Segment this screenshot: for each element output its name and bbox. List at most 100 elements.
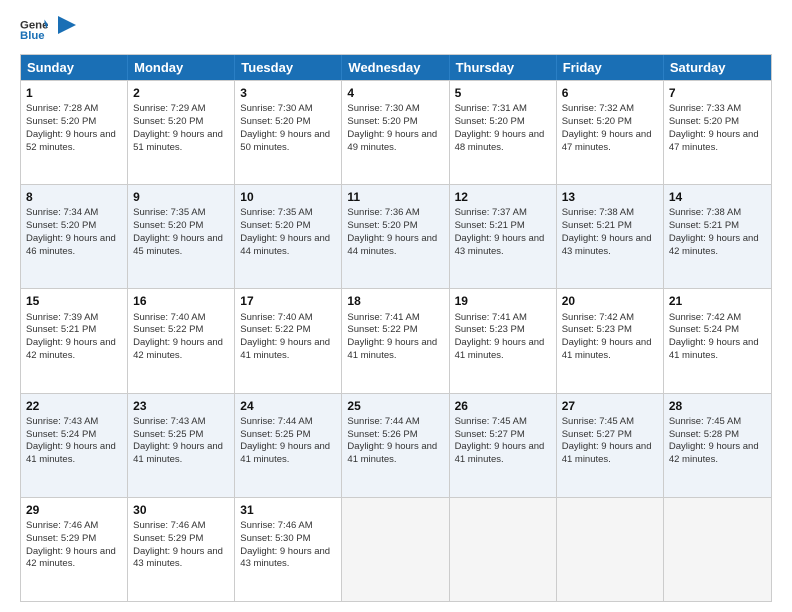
day-number: 12 [455,189,551,205]
sunset-text: Sunset: 5:25 PM [240,429,310,440]
daylight-text: Daylight: 9 hours and 41 minutes. [347,337,437,361]
day-number: 4 [347,85,443,101]
daylight-text: Daylight: 9 hours and 41 minutes. [455,337,545,361]
daylight-text: Daylight: 9 hours and 43 minutes. [562,233,652,257]
sunrise-text: Sunrise: 7:30 AM [347,103,419,114]
day-number: 1 [26,85,122,101]
sunrise-text: Sunrise: 7:45 AM [562,416,634,427]
day-cell-14: 14Sunrise: 7:38 AMSunset: 5:21 PMDayligh… [664,185,771,288]
sunrise-text: Sunrise: 7:39 AM [26,312,98,323]
sunrise-text: Sunrise: 7:35 AM [240,207,312,218]
day-number: 2 [133,85,229,101]
weekday-header-friday: Friday [557,55,664,80]
daylight-text: Daylight: 9 hours and 48 minutes. [455,129,545,153]
sunset-text: Sunset: 5:20 PM [669,116,739,127]
day-cell-22: 22Sunrise: 7:43 AMSunset: 5:24 PMDayligh… [21,394,128,497]
daylight-text: Daylight: 9 hours and 41 minutes. [562,441,652,465]
sunset-text: Sunset: 5:22 PM [347,324,417,335]
day-cell-10: 10 Sunrise: 7:35 AM Sunset: 5:20 PM Dayligh… [235,185,342,288]
sunset-text: Sunset: 5:21 PM [562,220,632,231]
sunrise-text: Sunrise: 7:44 AM [347,416,419,427]
day-number: 23 [133,398,229,414]
day-cell-6: 6Sunrise: 7:32 AMSunset: 5:20 PMDaylight… [557,81,664,184]
sunrise-text: Sunrise: 7:32 AM [562,103,634,114]
day-number: 8 [26,189,122,205]
sunset-text: Sunset: 5:21 PM [669,220,739,231]
sunset-text: Sunset: 5:21 PM [455,220,525,231]
day-number: 7 [669,85,766,101]
sunset-text: Sunset: 5:20 PM [347,116,417,127]
sunrise-text: Sunrise: 7:38 AM [562,207,634,218]
day-cell-31: 31Sunrise: 7:46 AMSunset: 5:30 PMDayligh… [235,498,342,601]
empty-cell [342,498,449,601]
day-cell-16: 16Sunrise: 7:40 AMSunset: 5:22 PMDayligh… [128,289,235,392]
sunset-text: Sunset: 5:20 PM [455,116,525,127]
empty-cell [450,498,557,601]
daylight-text: Daylight: 9 hours and 46 minutes. [26,233,116,257]
day-number: 6 [562,85,658,101]
header: General Blue [20,16,772,44]
sunrise-text: Sunrise: 7:34 AM [26,207,98,218]
sunrise-text: Sunrise: 7:42 AM [562,312,634,323]
daylight-text: Daylight: 9 hours and 41 minutes. [347,441,437,465]
sunrise-text: Sunrise: 7:35 AM [133,207,205,218]
day-cell-8: 8 Sunrise: 7:34 AM Sunset: 5:20 PM Daylight… [21,185,128,288]
daylight-text: Daylight: 9 hours and 44 minutes. [347,233,437,257]
sunrise-text: Sunrise: 7:38 AM [669,207,741,218]
sunset-text: Sunset: 5:20 PM [240,220,310,231]
calendar-row-0: 1 Sunrise: 7:28 AM Sunset: 5:20 PM Daylight… [21,80,771,184]
day-cell-29: 29Sunrise: 7:46 AMSunset: 5:29 PMDayligh… [21,498,128,601]
daylight-text: Daylight: 9 hours and 42 minutes. [26,546,116,570]
weekday-header-monday: Monday [128,55,235,80]
day-cell-25: 25Sunrise: 7:44 AMSunset: 5:26 PMDayligh… [342,394,449,497]
daylight-text: Daylight: 9 hours and 41 minutes. [133,441,223,465]
day-cell-4: 4 Sunrise: 7:30 AM Sunset: 5:20 PM Daylight… [342,81,449,184]
daylight-text: Daylight: 9 hours and 42 minutes. [133,337,223,361]
daylight-text: Daylight: 9 hours and 47 minutes. [669,129,759,153]
day-number: 24 [240,398,336,414]
daylight-text: Daylight: 9 hours and 41 minutes. [240,441,330,465]
day-cell-2: 2Sunrise: 7:29 AMSunset: 5:20 PMDaylight… [128,81,235,184]
sunset-text: Sunset: 5:22 PM [240,324,310,335]
empty-cell [557,498,664,601]
weekday-header-saturday: Saturday [664,55,771,80]
sunrise-text: Sunrise: 7:46 AM [26,520,98,531]
sunrise-text: Sunrise: 7:28 AM [26,103,98,114]
sunset-text: Sunset: 5:21 PM [26,324,96,335]
daylight-text: Daylight: 9 hours and 50 minutes. [240,129,330,153]
svg-text:Blue: Blue [20,30,45,42]
day-number: 14 [669,189,766,205]
day-number: 5 [455,85,551,101]
calendar-body: 1 Sunrise: 7:28 AM Sunset: 5:20 PM Daylight… [21,80,771,601]
day-cell-15: 15Sunrise: 7:39 AMSunset: 5:21 PMDayligh… [21,289,128,392]
day-cell-17: 17Sunrise: 7:40 AMSunset: 5:22 PMDayligh… [235,289,342,392]
daylight-text: Daylight: 9 hours and 41 minutes. [240,337,330,361]
sunset-text: Sunset: 5:20 PM [240,116,310,127]
sunrise-text: Sunrise: 7:45 AM [669,416,741,427]
weekday-header-sunday: Sunday [21,55,128,80]
logo-arrow-icon [58,16,76,34]
sunrise-text: Sunrise: 7:36 AM [347,207,419,218]
day-number: 9 [133,189,229,205]
logo-icon: General Blue [20,16,48,44]
day-number: 10 [240,189,336,205]
day-number: 3 [240,85,336,101]
sunset-text: Sunset: 5:24 PM [26,429,96,440]
day-number: 29 [26,502,122,518]
day-number: 21 [669,293,766,309]
daylight-text: Daylight: 9 hours and 43 minutes. [240,546,330,570]
day-cell-7: 7Sunrise: 7:33 AMSunset: 5:20 PMDaylight… [664,81,771,184]
sunset-text: Sunset: 5:20 PM [26,116,96,127]
day-number: 27 [562,398,658,414]
calendar-row-2: 15Sunrise: 7:39 AMSunset: 5:21 PMDayligh… [21,288,771,392]
daylight-text: Daylight: 9 hours and 41 minutes. [455,441,545,465]
calendar-row-4: 29Sunrise: 7:46 AMSunset: 5:29 PMDayligh… [21,497,771,601]
sunrise-text: Sunrise: 7:37 AM [455,207,527,218]
sunrise-text: Sunrise: 7:44 AM [240,416,312,427]
day-cell-21: 21Sunrise: 7:42 AMSunset: 5:24 PMDayligh… [664,289,771,392]
sunset-text: Sunset: 5:20 PM [26,220,96,231]
daylight-text: Daylight: 9 hours and 49 minutes. [347,129,437,153]
day-cell-27: 27Sunrise: 7:45 AMSunset: 5:27 PMDayligh… [557,394,664,497]
daylight-text: Daylight: 9 hours and 44 minutes. [240,233,330,257]
sunrise-text: Sunrise: 7:40 AM [240,312,312,323]
